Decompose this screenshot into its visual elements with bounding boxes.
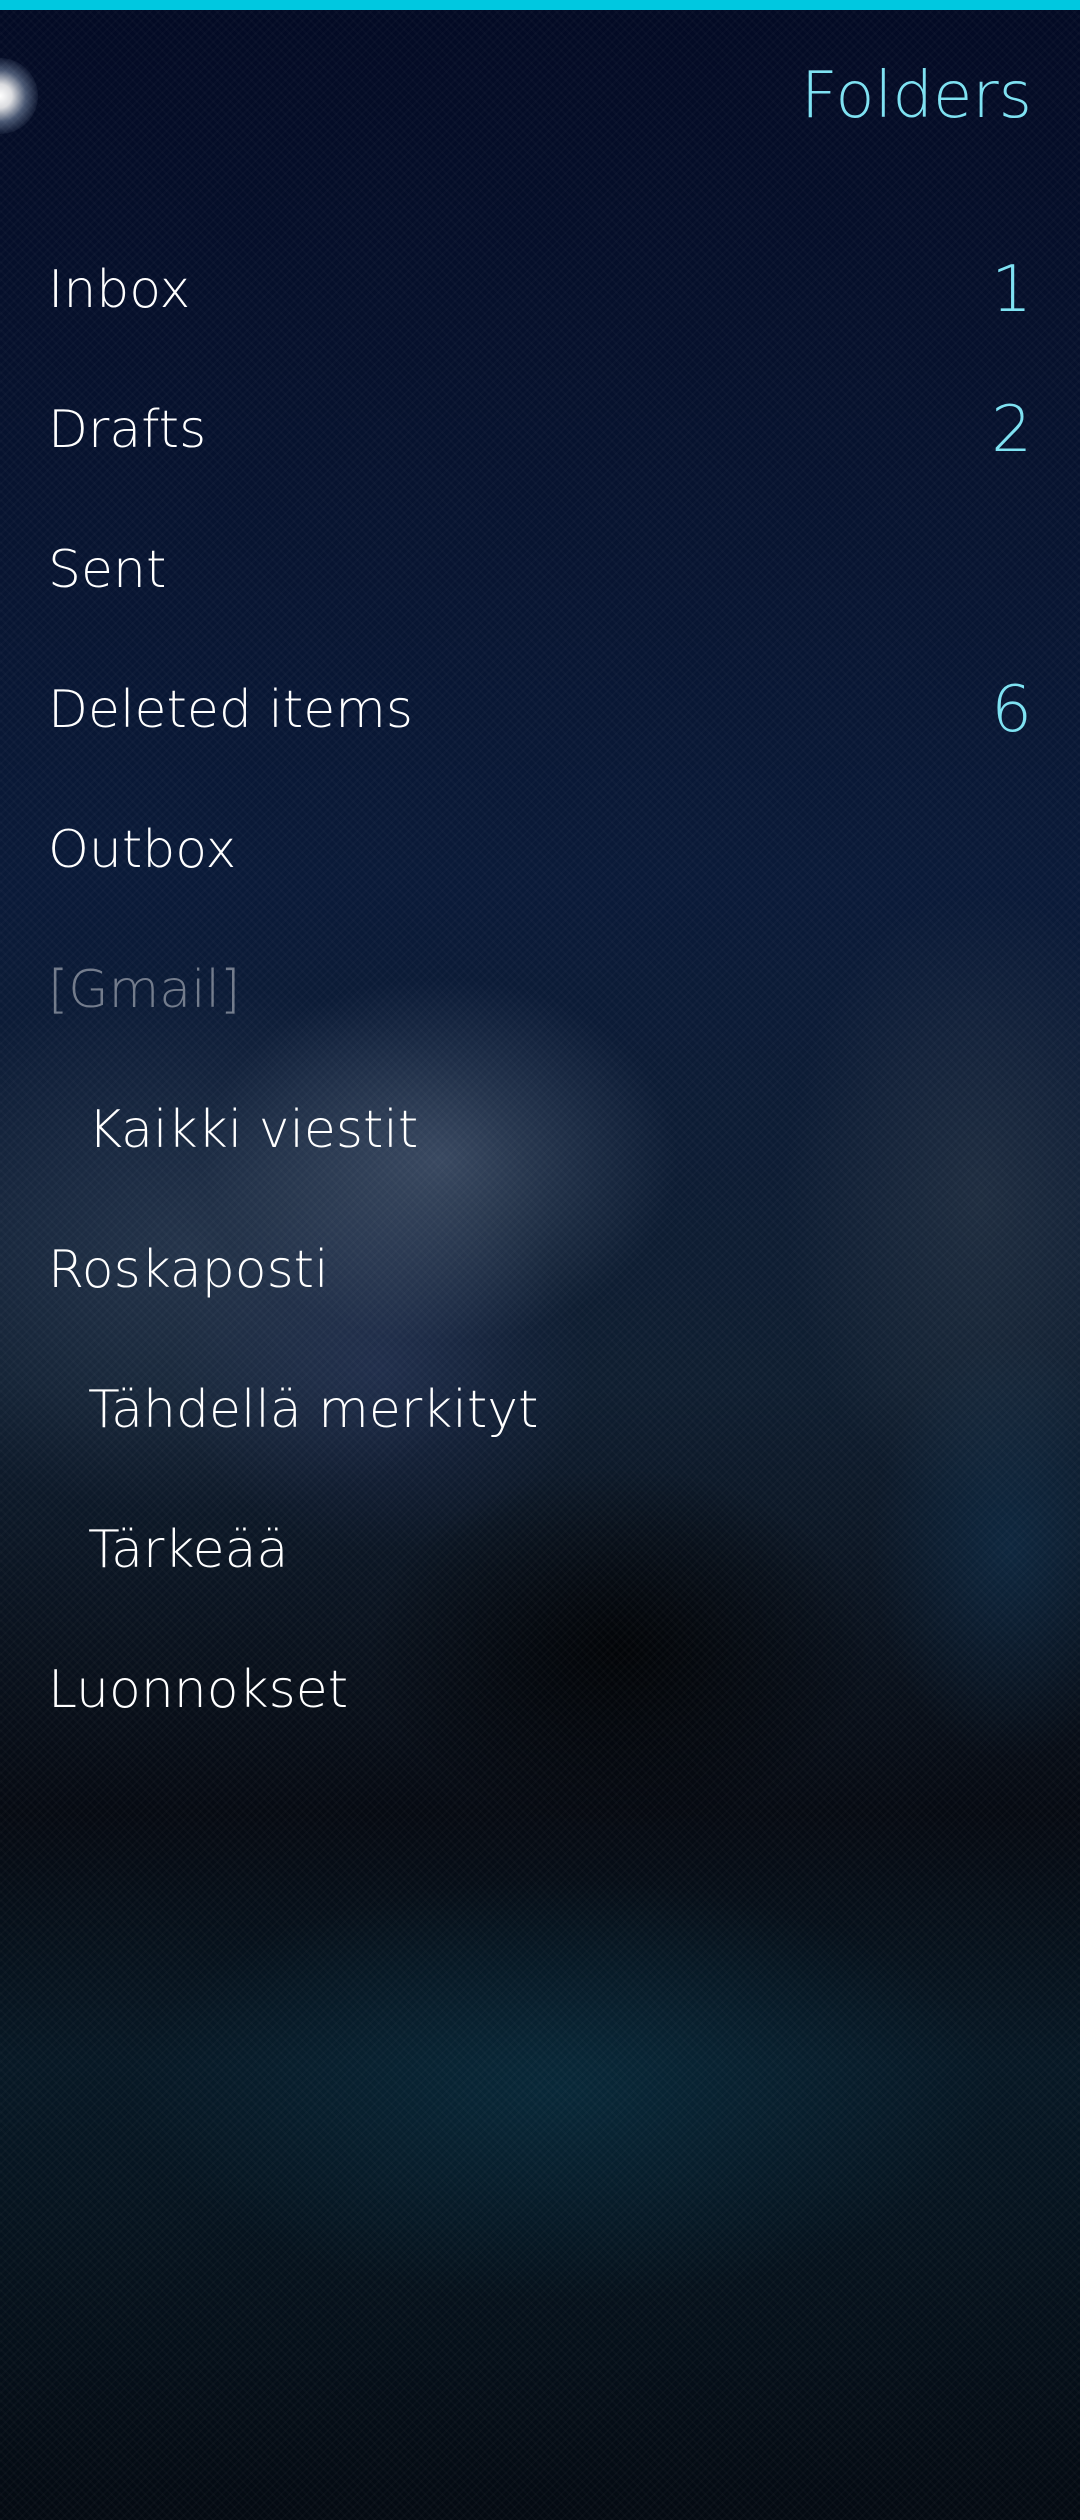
folder-label: Drafts <box>48 400 207 460</box>
folder-label: [Gmail] <box>48 960 241 1020</box>
folder-item-roskaposti[interactable]: Roskaposti <box>0 1200 1080 1340</box>
pulley-menu-indicator-icon <box>0 58 38 134</box>
folder-item-drafts[interactable]: Drafts 2 <box>0 360 1080 500</box>
folder-label: Luonnokset <box>48 1660 349 1720</box>
top-accent-bar <box>0 0 1080 10</box>
folder-item-kaikki-viestit[interactable]: Kaikki viestit <box>0 1060 1080 1200</box>
unread-count-badge: 2 <box>991 393 1032 467</box>
folder-list: Inbox 1 Drafts 2 Sent Deleted items 6 Ou… <box>0 220 1080 1760</box>
folder-item-luonnokset[interactable]: Luonnokset <box>0 1620 1080 1760</box>
folder-label: Kaikki viestit <box>88 1100 419 1160</box>
folder-item-sent[interactable]: Sent <box>0 500 1080 640</box>
folder-label: Roskaposti <box>48 1240 329 1300</box>
folder-label: Deleted items <box>48 680 413 740</box>
page-title: Folders <box>800 59 1032 133</box>
unread-count-badge: 6 <box>991 673 1032 747</box>
folder-item-inbox[interactable]: Inbox 1 <box>0 220 1080 360</box>
folder-item-outbox[interactable]: Outbox <box>0 780 1080 920</box>
folder-item-tarkeaa[interactable]: Tärkeää <box>0 1480 1080 1620</box>
folder-label: Inbox <box>48 260 191 320</box>
folder-label: Tähdellä merkityt <box>88 1380 539 1440</box>
folder-label: Tärkeää <box>88 1520 289 1580</box>
folder-item-gmail-group: [Gmail] <box>0 920 1080 1060</box>
folder-item-tahdella-merkityt[interactable]: Tähdellä merkityt <box>0 1340 1080 1480</box>
folder-item-deleted-items[interactable]: Deleted items 6 <box>0 640 1080 780</box>
unread-count-badge: 1 <box>991 253 1032 327</box>
folder-label: Sent <box>48 540 167 600</box>
folder-label: Outbox <box>48 820 237 880</box>
